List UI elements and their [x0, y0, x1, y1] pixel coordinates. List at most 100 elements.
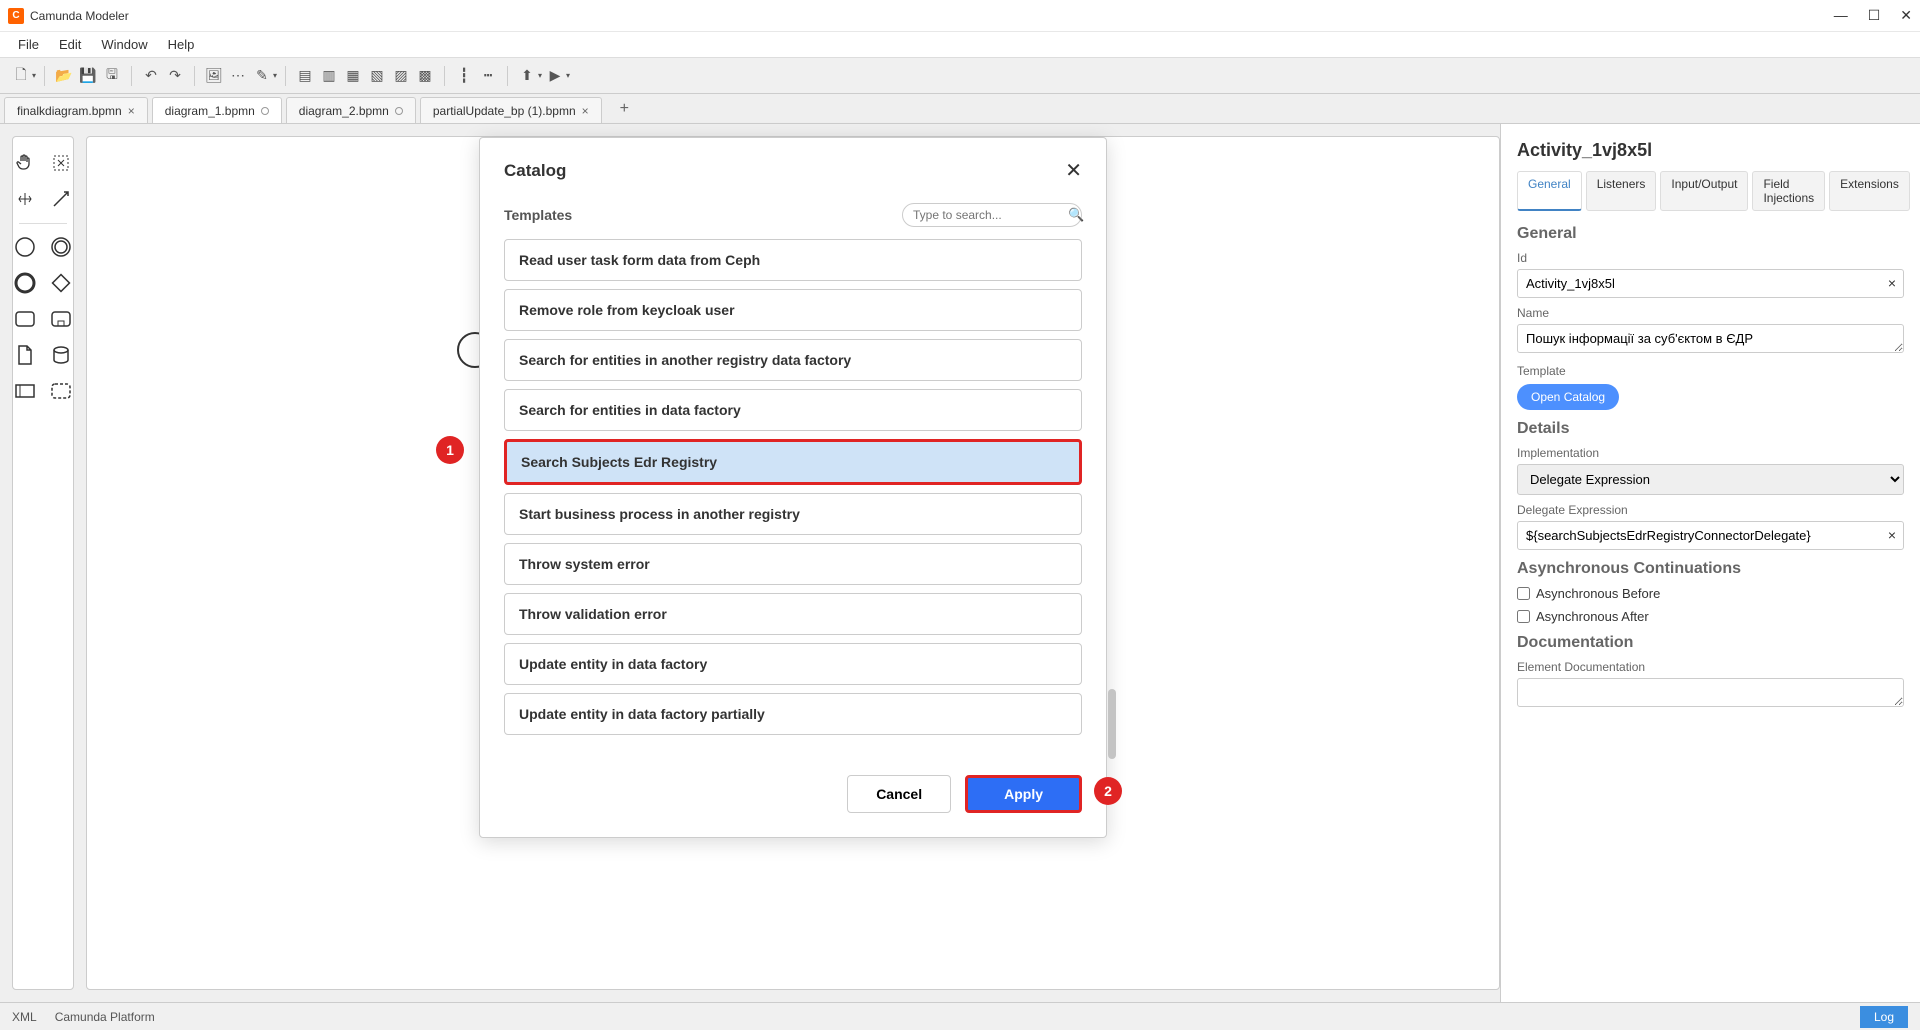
section-general: General [1517, 225, 1904, 243]
delegate-input[interactable] [1517, 521, 1904, 550]
search-box[interactable]: 🔍 [902, 203, 1082, 227]
hand-tool-icon[interactable] [14, 152, 36, 174]
tab-input-output[interactable]: Input/Output [1660, 171, 1748, 211]
name-label: Name [1517, 306, 1904, 320]
template-item[interactable]: Remove role from keycloak user [504, 289, 1082, 331]
async-before-checkbox[interactable] [1517, 587, 1530, 600]
align-center-icon[interactable]: ▥ [318, 65, 340, 87]
space-tool-icon[interactable] [14, 188, 36, 210]
image-icon[interactable]: 🖼 [203, 65, 225, 87]
save-all-icon[interactable]: 🖫 [101, 65, 123, 87]
data-store-icon[interactable] [50, 344, 72, 366]
add-tab-button[interactable]: + [606, 94, 643, 123]
template-label: Search for entities in another registry … [519, 352, 851, 368]
open-catalog-button[interactable]: Open Catalog [1517, 384, 1619, 410]
cancel-button[interactable]: Cancel [847, 775, 951, 813]
menu-file[interactable]: File [8, 34, 49, 55]
group-icon[interactable] [50, 380, 72, 402]
open-icon[interactable]: 📂 [53, 65, 75, 87]
template-item-selected[interactable]: Search Subjects Edr Registry [504, 439, 1082, 485]
play-icon[interactable]: ▶ [544, 65, 566, 87]
log-button[interactable]: Log [1860, 1006, 1908, 1028]
clear-icon[interactable]: × [1888, 527, 1896, 543]
separator [285, 66, 286, 86]
separator [507, 66, 508, 86]
close-icon[interactable]: × [582, 104, 589, 118]
statusbar: XML Camunda Platform Log [0, 1002, 1920, 1030]
apply-button[interactable]: Apply [965, 775, 1082, 813]
upload-icon[interactable]: ⬆ [516, 65, 538, 87]
new-icon[interactable]: 🗋 [10, 65, 32, 87]
save-icon[interactable]: 💾 [77, 65, 99, 87]
async-after-checkbox[interactable] [1517, 610, 1530, 623]
id-input[interactable] [1517, 269, 1904, 298]
template-item[interactable]: Throw system error [504, 543, 1082, 585]
close-icon[interactable]: ✕ [1065, 158, 1082, 183]
end-event-icon[interactable] [14, 272, 36, 294]
align-bottom-icon[interactable]: ▩ [414, 65, 436, 87]
caret-icon[interactable]: ▾ [32, 71, 36, 80]
start-event-icon[interactable] [14, 236, 36, 258]
template-item[interactable]: Update entity in data factory partially [504, 693, 1082, 735]
scrollbar[interactable] [1108, 689, 1116, 759]
template-item[interactable]: Update entity in data factory [504, 643, 1082, 685]
align-left-icon[interactable]: ▤ [294, 65, 316, 87]
distribute-h-icon[interactable]: ┇ [453, 65, 475, 87]
tab-general[interactable]: General [1517, 171, 1582, 211]
name-input[interactable]: Пошук інформації за суб'єктом в ЄДР [1517, 324, 1904, 353]
template-item[interactable]: Read user task form data from Ceph [504, 239, 1082, 281]
tab-listeners[interactable]: Listeners [1586, 171, 1657, 211]
tab-item[interactable]: diagram_1.bpmn [152, 97, 282, 123]
tab-extensions[interactable]: Extensions [1829, 171, 1910, 211]
template-label: Remove role from keycloak user [519, 302, 735, 318]
template-item[interactable]: Search for entities in another registry … [504, 339, 1082, 381]
participant-icon[interactable] [14, 380, 36, 402]
align-top-icon[interactable]: ▧ [366, 65, 388, 87]
lasso-tool-icon[interactable] [50, 152, 72, 174]
menu-help[interactable]: Help [158, 34, 205, 55]
subprocess-icon[interactable] [50, 308, 72, 330]
search-input[interactable] [913, 208, 1068, 222]
redo-icon[interactable]: ↷ [164, 65, 186, 87]
tab-item[interactable]: diagram_2.bpmn [286, 97, 416, 123]
align-right-icon[interactable]: ▦ [342, 65, 364, 87]
template-item[interactable]: Throw validation error [504, 593, 1082, 635]
implementation-select[interactable]: Delegate Expression [1517, 464, 1904, 495]
color-icon[interactable]: ✎ [251, 65, 273, 87]
status-platform[interactable]: Camunda Platform [55, 1010, 155, 1024]
undo-icon[interactable]: ↶ [140, 65, 162, 87]
catalog-modal: Catalog ✕ Templates 🔍 Read user task for… [479, 137, 1107, 838]
tab-item[interactable]: finalkdiagram.bpmn × [4, 97, 148, 123]
align-middle-icon[interactable]: ▨ [390, 65, 412, 87]
tabstrip: finalkdiagram.bpmn × diagram_1.bpmn diag… [0, 94, 1920, 124]
connect-tool-icon[interactable] [50, 188, 72, 210]
template-item[interactable]: Start business process in another regist… [504, 493, 1082, 535]
caret-icon[interactable]: ▾ [273, 71, 277, 80]
implementation-label: Implementation [1517, 446, 1904, 460]
intermediate-event-icon[interactable] [50, 236, 72, 258]
canvas[interactable]: Catalog ✕ Templates 🔍 Read user task for… [86, 136, 1500, 990]
close-icon[interactable]: × [128, 104, 135, 118]
template-label: Throw system error [519, 556, 650, 572]
clear-icon[interactable]: × [1888, 275, 1896, 291]
menu-window[interactable]: Window [91, 34, 157, 55]
template-item[interactable]: Search for entities in data factory [504, 389, 1082, 431]
tab-field-injections[interactable]: Field Injections [1752, 171, 1825, 211]
async-before-row[interactable]: Asynchronous Before [1517, 586, 1904, 601]
dots-icon[interactable]: ⋯ [227, 65, 249, 87]
task-icon[interactable] [14, 308, 36, 330]
status-xml[interactable]: XML [12, 1010, 37, 1024]
gateway-icon[interactable] [50, 272, 72, 294]
separator [444, 66, 445, 86]
eldoc-input[interactable] [1517, 678, 1904, 707]
tab-item[interactable]: partialUpdate_bp (1).bpmn × [420, 97, 602, 123]
minimize-icon[interactable]: — [1834, 7, 1848, 24]
async-after-row[interactable]: Asynchronous After [1517, 609, 1904, 624]
caret-icon[interactable]: ▾ [538, 71, 542, 80]
menu-edit[interactable]: Edit [49, 34, 91, 55]
data-object-icon[interactable] [14, 344, 36, 366]
close-icon[interactable]: ✕ [1900, 7, 1912, 24]
distribute-v-icon[interactable]: ┅ [477, 65, 499, 87]
caret-icon[interactable]: ▾ [566, 71, 570, 80]
maximize-icon[interactable]: ☐ [1868, 7, 1881, 24]
